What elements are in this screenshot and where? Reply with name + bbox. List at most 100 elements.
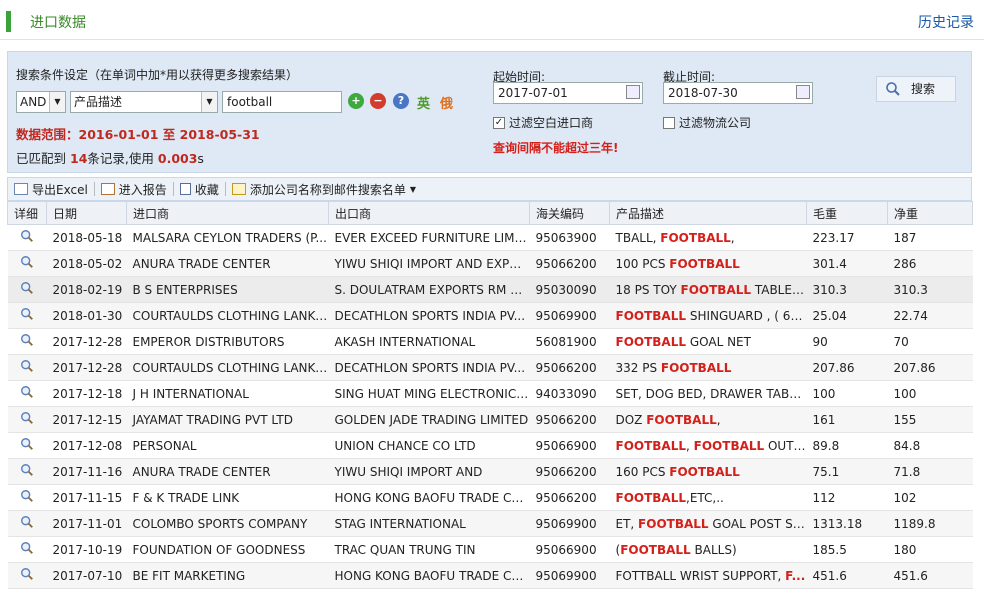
magnifier-icon[interactable] bbox=[20, 568, 34, 584]
history-link[interactable]: 历史记录 bbox=[918, 12, 974, 32]
importer-cell[interactable]: FOUNDATION OF GOODNESS bbox=[126, 536, 329, 563]
detail-cell[interactable] bbox=[7, 224, 47, 251]
detail-cell[interactable] bbox=[7, 380, 47, 407]
exporter-cell[interactable]: DECATHLON SPORTS INDIA PV... bbox=[328, 302, 530, 329]
detail-cell[interactable] bbox=[7, 276, 47, 303]
exporter-cell[interactable]: YIWU SHIQI IMPORT AND EXPO... bbox=[328, 250, 530, 277]
importer-cell[interactable]: F & K TRADE LINK bbox=[126, 484, 329, 511]
magnifier-icon[interactable] bbox=[20, 516, 34, 532]
importer-cell[interactable]: COLOMBO SPORTS COMPANY bbox=[126, 510, 329, 537]
exporter-cell[interactable]: EVER EXCEED FURNITURE LIMIT... bbox=[328, 224, 530, 251]
importer-cell[interactable]: ANURA TRADE CENTER bbox=[126, 250, 329, 277]
exporter-cell[interactable]: STAG INTERNATIONAL bbox=[328, 510, 530, 537]
importer-cell[interactable]: EMPEROR DISTRIBUTORS bbox=[126, 328, 329, 355]
table-row[interactable]: 2017-12-15 JAYAMAT TRADING PVT LTD GOLDEN … bbox=[7, 406, 973, 433]
magnifier-icon[interactable] bbox=[20, 464, 34, 480]
end-date-input[interactable]: 2018-07-30 bbox=[663, 82, 813, 104]
logic-select[interactable]: AND ▼ bbox=[16, 91, 66, 113]
table-row[interactable]: 2017-12-28 COURTAULDS CLOTHING LANKA... DE… bbox=[7, 354, 973, 381]
importer-cell[interactable]: JAYAMAT TRADING PVT LTD bbox=[126, 406, 329, 433]
table-row[interactable]: 2018-05-18 MALSARA CEYLON TRADERS (P... EV… bbox=[7, 224, 973, 251]
exporter-cell[interactable]: AKASH INTERNATIONAL bbox=[328, 328, 530, 355]
importer-cell[interactable]: COURTAULDS CLOTHING LANKA... bbox=[126, 302, 329, 329]
importer-cell[interactable]: MALSARA CEYLON TRADERS (P... bbox=[126, 224, 329, 251]
magnifier-icon[interactable] bbox=[20, 360, 34, 376]
column-header[interactable]: 进口商 bbox=[126, 201, 329, 225]
exporter-cell[interactable]: DECATHLON SPORTS INDIA PV... bbox=[328, 354, 530, 381]
filter-logistics-checkbox[interactable]: 过滤物流公司 bbox=[663, 114, 751, 131]
exporter-cell[interactable]: TRAC QUAN TRUNG TIN bbox=[328, 536, 530, 563]
table-row[interactable]: 2017-07-10 BE FIT MARKETING HONG KONG BAOF… bbox=[7, 562, 973, 589]
add-icon[interactable]: + bbox=[348, 93, 364, 109]
table-row[interactable]: 2017-11-01 COLOMBO SPORTS COMPANY STAG INT… bbox=[7, 510, 973, 537]
detail-cell[interactable] bbox=[7, 536, 47, 563]
filter-blank-importer-checkbox[interactable]: ✓ 过滤空白进口商 bbox=[493, 114, 593, 131]
magnifier-icon[interactable] bbox=[20, 386, 34, 402]
detail-cell[interactable] bbox=[7, 406, 47, 433]
detail-cell[interactable] bbox=[7, 484, 47, 511]
enter-report-button[interactable]: 进入报告 bbox=[95, 181, 173, 198]
table-row[interactable]: 2017-10-19 FOUNDATION OF GOODNESS TRAC QUA… bbox=[7, 536, 973, 563]
detail-cell[interactable] bbox=[7, 354, 47, 381]
detail-cell[interactable] bbox=[7, 302, 47, 329]
favorite-button[interactable]: 收藏 bbox=[174, 181, 225, 198]
table-row[interactable]: 2017-12-28 EMPEROR DISTRIBUTORS AKASH INTE… bbox=[7, 328, 973, 355]
magnifier-icon[interactable] bbox=[20, 256, 34, 272]
search-button[interactable]: 搜索 bbox=[876, 76, 956, 102]
table-row[interactable]: 2017-11-16 ANURA TRADE CENTER YIWU SHIQI I… bbox=[7, 458, 973, 485]
exporter-cell[interactable]: S. DOULATRAM EXPORTS RM A... bbox=[328, 276, 530, 303]
importer-cell[interactable]: J H INTERNATIONAL bbox=[126, 380, 329, 407]
exporter-cell[interactable]: YIWU SHIQI IMPORT AND bbox=[328, 458, 530, 485]
detail-cell[interactable] bbox=[7, 510, 47, 537]
column-header[interactable]: 出口商 bbox=[328, 201, 530, 225]
keyword-input[interactable]: football bbox=[222, 91, 342, 113]
magnifier-icon[interactable] bbox=[20, 334, 34, 350]
magnifier-icon[interactable] bbox=[20, 542, 34, 558]
column-header[interactable]: 净重 bbox=[887, 201, 973, 225]
importer-cell[interactable]: B S ENTERPRISES bbox=[126, 276, 329, 303]
table-row[interactable]: 2018-05-02 ANURA TRADE CENTER YIWU SHIQI I… bbox=[7, 250, 973, 277]
lang-russian-toggle[interactable]: 俄 bbox=[440, 93, 453, 112]
table-row[interactable]: 2017-11-15 F & K TRADE LINK HONG KONG BAOF… bbox=[7, 484, 973, 511]
detail-cell[interactable] bbox=[7, 562, 47, 589]
exporter-cell[interactable]: SING HUAT MING ELECTRONIC ... bbox=[328, 380, 530, 407]
magnifier-icon[interactable] bbox=[20, 230, 34, 246]
table-row[interactable]: 2017-12-18 J H INTERNATIONAL SING HUAT MIN… bbox=[7, 380, 973, 407]
calendar-icon[interactable] bbox=[626, 85, 640, 99]
checkbox-unchecked-icon[interactable] bbox=[663, 116, 675, 129]
importer-cell[interactable]: COURTAULDS CLOTHING LANKA... bbox=[126, 354, 329, 381]
column-header[interactable]: 毛重 bbox=[806, 201, 888, 225]
checkbox-checked-icon[interactable]: ✓ bbox=[493, 116, 505, 129]
help-icon[interactable]: ? bbox=[393, 93, 409, 109]
exporter-cell[interactable]: UNION CHANCE CO LTD bbox=[328, 432, 530, 459]
magnifier-icon[interactable] bbox=[20, 490, 34, 506]
column-header[interactable]: 日期 bbox=[46, 201, 127, 225]
column-header[interactable]: 海关编码 bbox=[529, 201, 610, 225]
add-to-mail-list-button[interactable]: 添加公司名称到邮件搜索名单 ▼ bbox=[226, 181, 422, 198]
remove-icon[interactable]: − bbox=[370, 93, 386, 109]
column-header[interactable]: 详细 bbox=[7, 201, 47, 225]
export-excel-button[interactable]: 导出Excel bbox=[8, 181, 94, 198]
field-select[interactable]: 产品描述 ▼ bbox=[70, 91, 218, 113]
exporter-cell[interactable]: HONG KONG BAOFU TRADE CO.... bbox=[328, 484, 530, 511]
detail-cell[interactable] bbox=[7, 458, 47, 485]
table-row[interactable]: 2018-02-19 B S ENTERPRISES S. DOULATRAM EX… bbox=[7, 276, 973, 303]
exporter-cell[interactable]: GOLDEN JADE TRADING LIMITED bbox=[328, 406, 530, 433]
start-date-input[interactable]: 2017-07-01 bbox=[493, 82, 643, 104]
magnifier-icon[interactable] bbox=[20, 282, 34, 298]
detail-cell[interactable] bbox=[7, 328, 47, 355]
detail-cell[interactable] bbox=[7, 432, 47, 459]
calendar-icon[interactable] bbox=[796, 85, 810, 99]
detail-cell[interactable] bbox=[7, 250, 47, 277]
column-header[interactable]: 产品描述 bbox=[609, 201, 807, 225]
importer-cell[interactable]: PERSONAL bbox=[126, 432, 329, 459]
importer-cell[interactable]: ANURA TRADE CENTER bbox=[126, 458, 329, 485]
table-row[interactable]: 2018-01-30 COURTAULDS CLOTHING LANKA... DE… bbox=[7, 302, 973, 329]
lang-english-toggle[interactable]: 英 bbox=[417, 93, 430, 112]
magnifier-icon[interactable] bbox=[20, 308, 34, 324]
magnifier-icon[interactable] bbox=[20, 412, 34, 428]
magnifier-icon[interactable] bbox=[20, 438, 34, 454]
table-row[interactable]: 2017-12-08 PERSONAL UNION CHANCE CO LTD 950… bbox=[7, 432, 973, 459]
exporter-cell[interactable]: HONG KONG BAOFU TRADE CO.... bbox=[328, 562, 530, 589]
importer-cell[interactable]: BE FIT MARKETING bbox=[126, 562, 329, 589]
